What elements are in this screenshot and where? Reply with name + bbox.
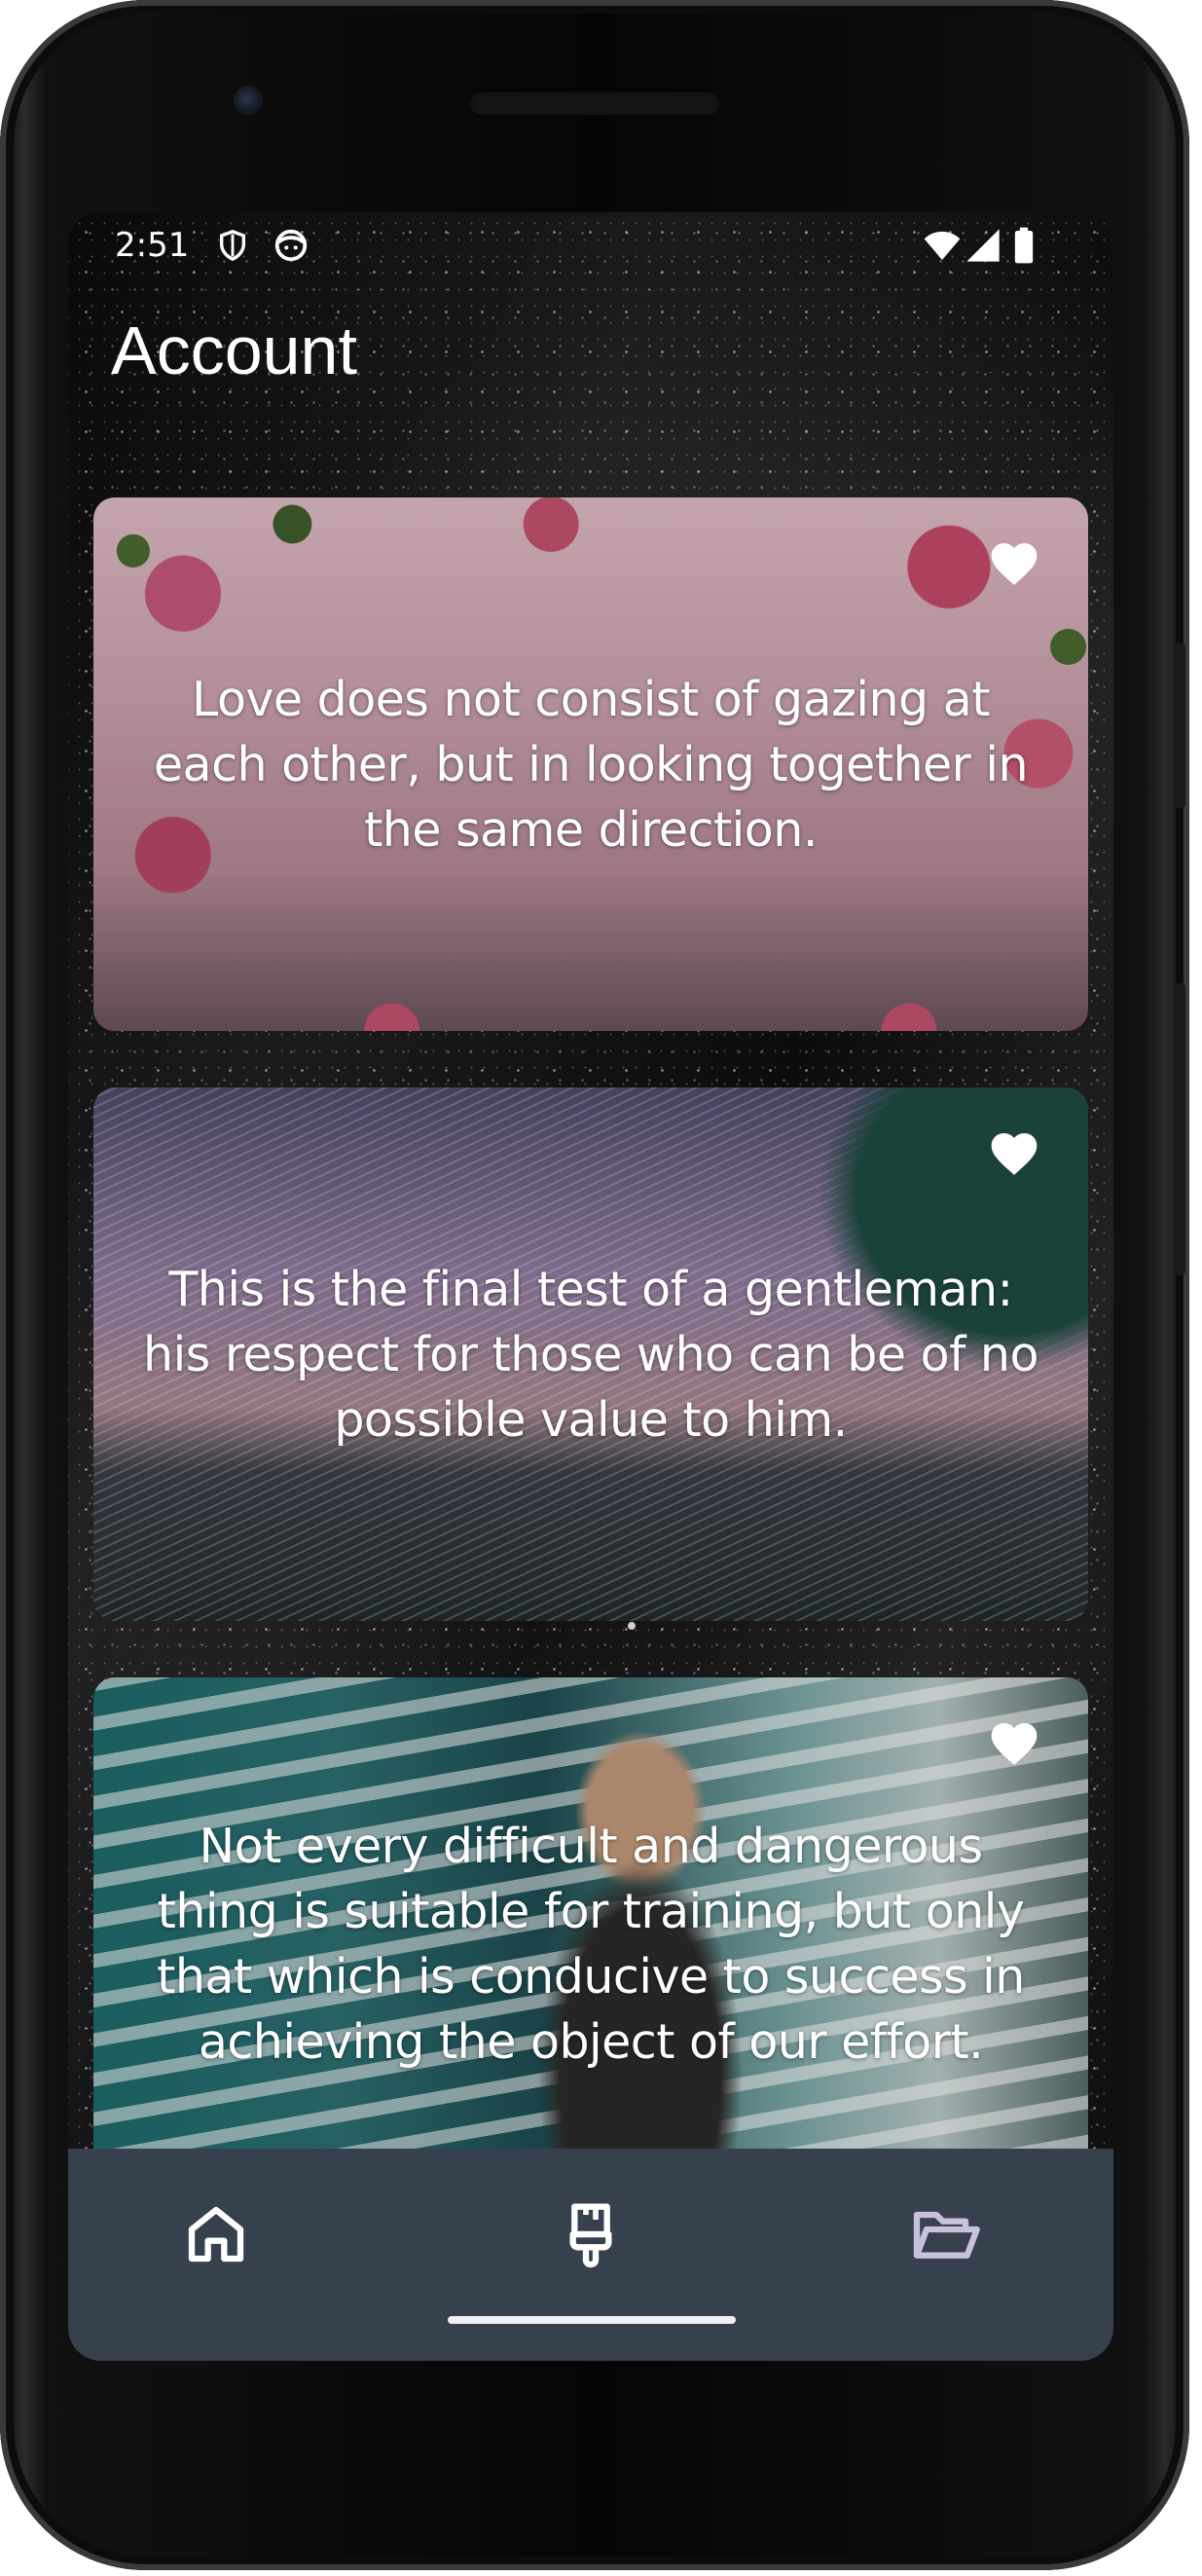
bottom-navigation-bar xyxy=(68,2149,1113,2361)
phone-frame: 2:51 Account Love does not consist of ga… xyxy=(0,0,1189,2570)
wifi-icon xyxy=(924,231,961,260)
page-title: Account xyxy=(111,313,357,388)
power-button xyxy=(1174,983,1185,1275)
cell-signal-icon xyxy=(966,229,1000,262)
brush-icon xyxy=(569,2203,612,2268)
face-icon xyxy=(274,229,308,262)
home-icon xyxy=(188,2206,244,2263)
gesture-home-bar[interactable] xyxy=(448,2316,736,2324)
quote-text: Love does not consist of gazing at each … xyxy=(153,671,1029,858)
heart-icon[interactable] xyxy=(987,536,1041,591)
status-bar: 2:51 xyxy=(68,212,1113,280)
heart-icon[interactable] xyxy=(987,1716,1041,1771)
folder-open-icon xyxy=(913,2211,980,2259)
shield-icon xyxy=(219,230,246,262)
quote-card[interactable]: Not every difficult and dangerous thing … xyxy=(93,1677,1088,2211)
battery-icon xyxy=(1014,227,1034,264)
quote-card[interactable]: Love does not consist of gazing at each … xyxy=(93,497,1088,1031)
heart-icon[interactable] xyxy=(987,1126,1041,1181)
quote-card[interactable]: This is the final test of a gentleman: h… xyxy=(93,1087,1088,1621)
scroll-indicator-dot xyxy=(628,1622,636,1630)
nav-brush-button[interactable] xyxy=(552,2195,630,2273)
nav-home-button[interactable] xyxy=(177,2195,255,2273)
quote-text: This is the final test of a gentleman: h… xyxy=(143,1261,1038,1448)
nav-folder-button[interactable] xyxy=(907,2195,985,2273)
front-camera xyxy=(234,86,263,115)
quote-text: Not every difficult and dangerous thing … xyxy=(157,1819,1025,2070)
earpiece-speaker xyxy=(469,90,720,115)
volume-button xyxy=(1174,643,1185,808)
status-time: 2:51 xyxy=(115,226,190,265)
screen: 2:51 Account Love does not consist of ga… xyxy=(68,212,1113,2361)
